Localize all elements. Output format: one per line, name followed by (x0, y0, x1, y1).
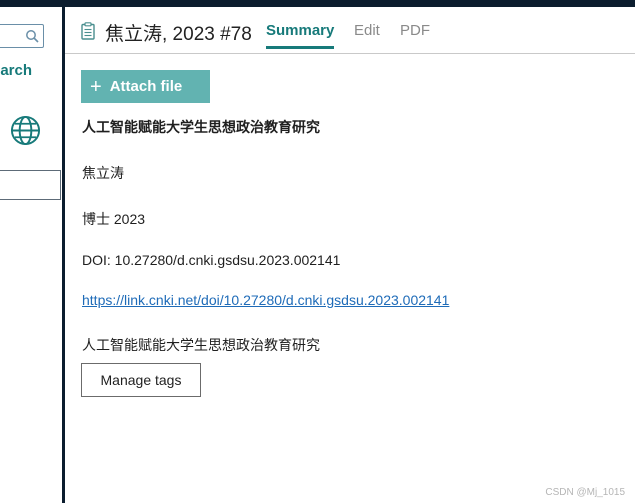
plus-icon: + (90, 75, 102, 98)
sidebar-input[interactable] (0, 170, 61, 200)
globe-icon[interactable] (10, 115, 41, 146)
tab-pdf[interactable]: PDF (400, 22, 430, 39)
clipboard-icon (81, 22, 95, 40)
item-author: 焦立涛 (82, 165, 124, 181)
item-url-link[interactable]: https://link.cnki.net/doi/10.27280/d.cnk… (82, 292, 449, 308)
tab-summary[interactable]: Summary (266, 22, 335, 49)
tab-edit[interactable]: Edit (354, 22, 380, 39)
search-input[interactable] (0, 24, 44, 48)
watermark: CSDN @Mj_1015 (545, 487, 625, 498)
item-degree-year: 博士 2023 (82, 211, 146, 227)
item-doi: DOI: 10.27280/d.cnki.gsdsu.2023.002141 (82, 252, 341, 268)
app-top-bar (0, 0, 635, 7)
attach-file-label: Attach file (109, 78, 183, 95)
item-header: 焦立涛, 2023 #78 Summary Edit PDF (65, 7, 635, 54)
attach-file-button[interactable]: + Attach file (81, 70, 210, 103)
search-link[interactable]: earch (0, 62, 32, 79)
page-title: 焦立涛, 2023 #78 (105, 24, 252, 45)
manage-tags-button[interactable]: Manage tags (81, 363, 201, 397)
item-extra: 人工智能赋能大学生思想政治教育研究 (82, 337, 320, 353)
item-title: 人工智能赋能大学生思想政治教育研究 (82, 119, 320, 135)
sidebar: earch (0, 7, 62, 503)
panel-divider[interactable] (62, 7, 65, 503)
search-icon[interactable] (25, 29, 39, 43)
